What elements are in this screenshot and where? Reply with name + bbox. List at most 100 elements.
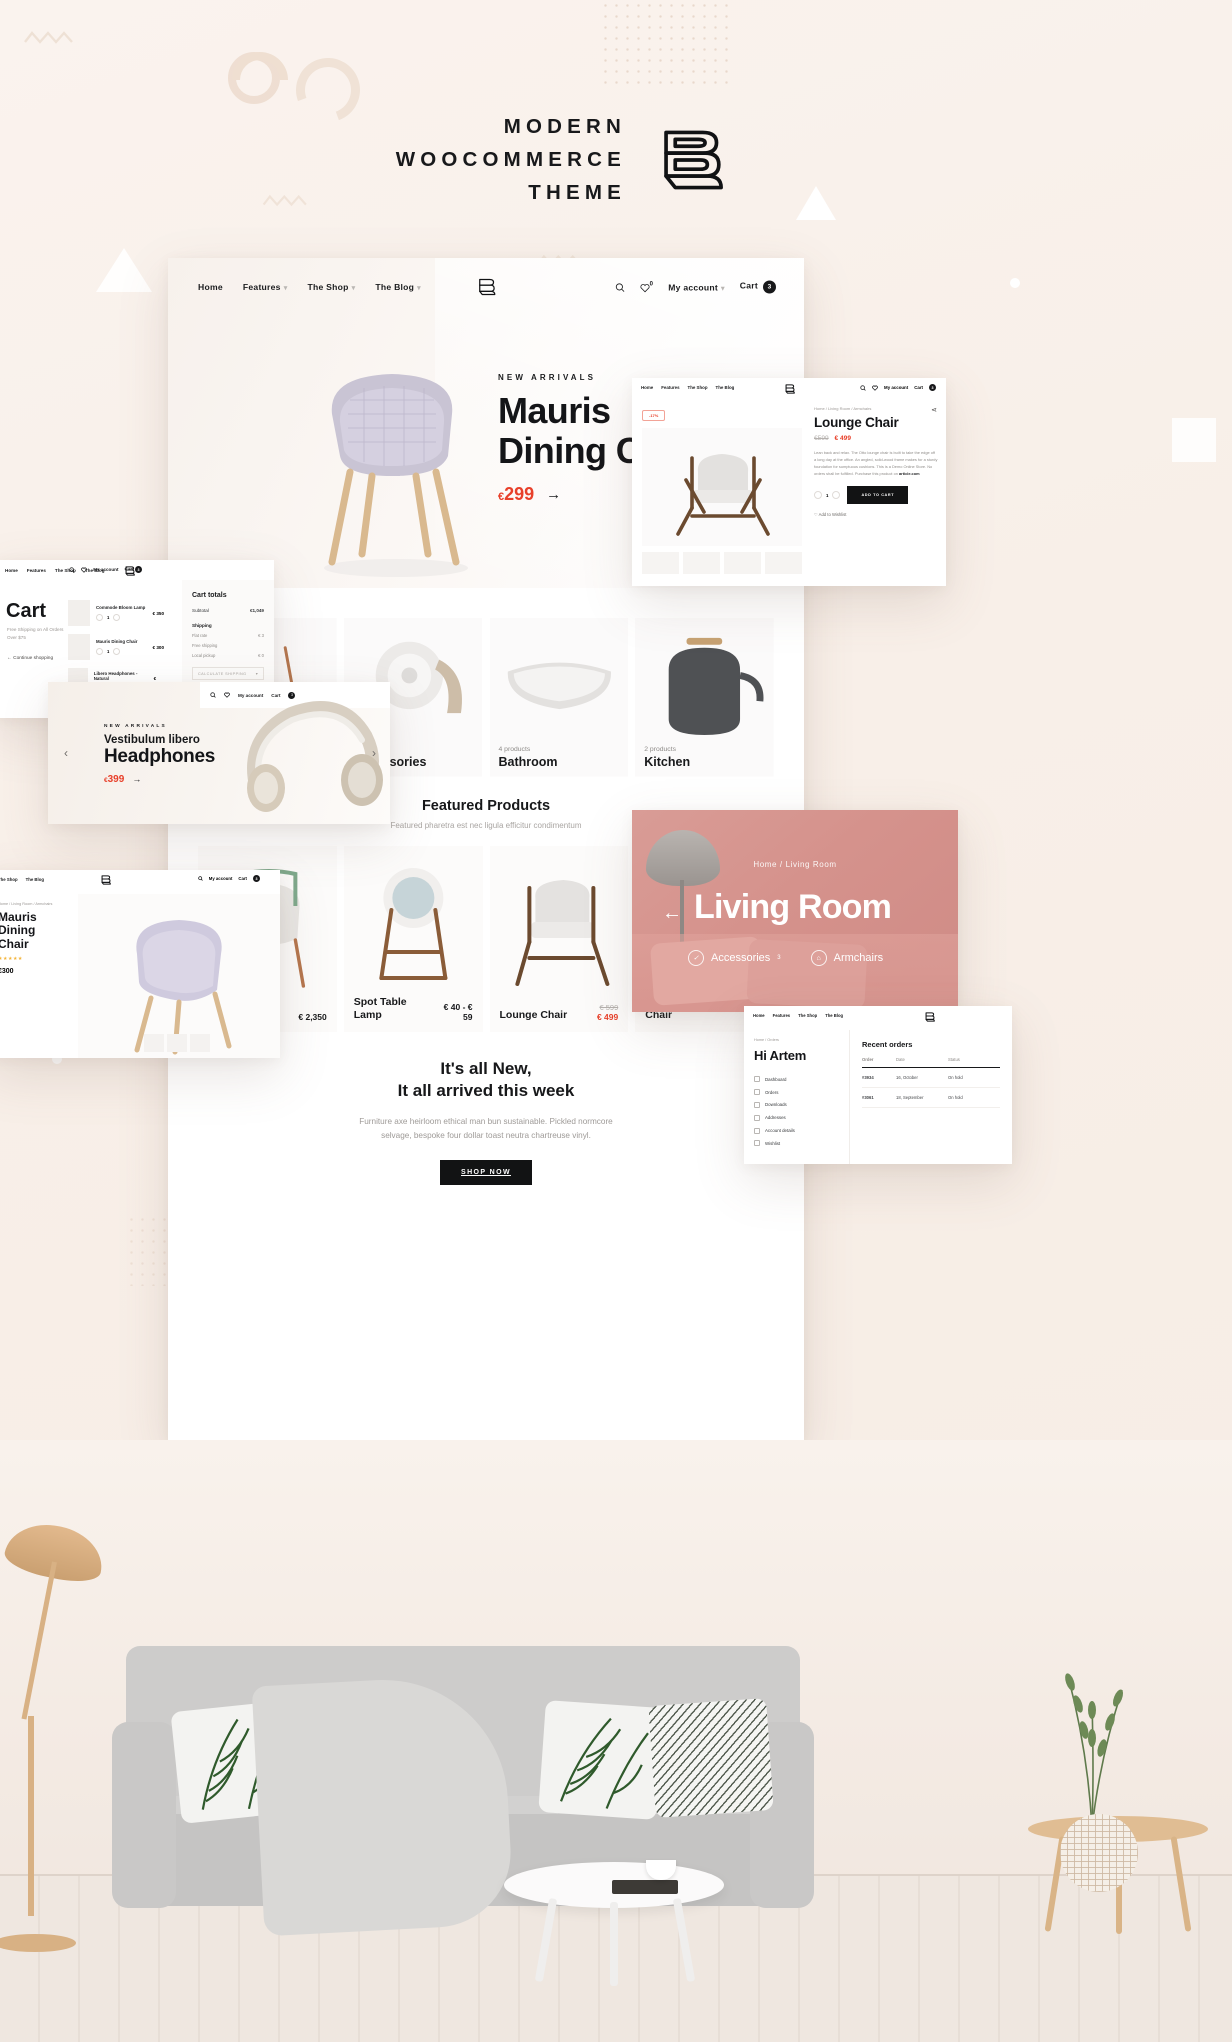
back-arrow-button[interactable]: ←	[662, 902, 682, 925]
shipping-option[interactable]: Local pickup € 0	[192, 653, 264, 658]
sidebar-item-dashboard[interactable]: Dashboard	[754, 1073, 839, 1086]
nav-item-the-shop[interactable]: The Shop	[798, 1013, 817, 1018]
heart-icon[interactable]	[224, 692, 230, 698]
nav-item-the-shop[interactable]: The Shop	[688, 385, 708, 390]
shipping-option[interactable]: Flat rate € 3	[192, 633, 264, 638]
coffee-table	[504, 1860, 724, 1986]
table-leg	[610, 1902, 618, 1986]
my-account-link[interactable]: My account	[93, 567, 118, 572]
product-card[interactable]: Spot Table Lamp € 40 - € 59	[343, 846, 483, 1032]
nav-item-features[interactable]: Features	[27, 568, 46, 573]
continue-shopping-link[interactable]: ← Continue shopping	[7, 656, 53, 661]
search-icon[interactable]	[210, 692, 216, 698]
headphones-subtitle: Vestibulum libero	[104, 734, 200, 746]
my-account-link[interactable]: My account ▾	[668, 282, 725, 292]
quantity-stepper[interactable]: 1	[96, 648, 137, 655]
share-icon[interactable]: ⋖	[931, 406, 937, 414]
search-icon[interactable]	[615, 282, 625, 292]
hero-arrow-icon[interactable]: →	[546, 486, 561, 503]
cta-heading: It's all New, It all arrived this week	[168, 1058, 804, 1102]
product-card[interactable]: -17% Lounge Chair € 599 € 499	[489, 846, 629, 1032]
thumbnail[interactable]	[724, 552, 761, 574]
cart-count-badge: 3	[763, 280, 776, 294]
order-status: On hold	[948, 1095, 963, 1100]
cart-link[interactable]: Cart	[914, 385, 923, 390]
table-row[interactable]: #3061 18, September On hold	[862, 1088, 1000, 1108]
nav-item-the-shop[interactable]: The Shop ▾	[307, 282, 355, 292]
my-account-link[interactable]: My account	[884, 385, 908, 390]
heart-icon[interactable]	[872, 385, 878, 391]
table-leg	[534, 1897, 558, 1983]
downloads-icon	[754, 1101, 760, 1108]
cart-item-thumbnail	[68, 634, 90, 660]
sidebar-item-downloads[interactable]: Downloads	[754, 1099, 839, 1112]
order-number: #3934	[862, 1075, 874, 1080]
search-icon[interactable]	[198, 876, 203, 881]
banner-link-accessories[interactable]: ✓ Accessories 3	[688, 950, 781, 966]
shop-now-button[interactable]: SHOP NOW	[440, 1160, 532, 1186]
add-to-wishlist-link[interactable]: ♡ Add to Wishlist	[814, 512, 938, 517]
wishlist-link[interactable]: 0	[640, 282, 654, 292]
nav-item-features[interactable]: Features	[773, 1013, 790, 1018]
sidebar-item-addresses[interactable]: Addresses	[754, 1111, 839, 1124]
sidebar-item-label: Downloads	[765, 1102, 787, 1108]
category-name: Bathroom	[498, 755, 558, 769]
brand-b-logo[interactable]	[100, 874, 111, 886]
product-description-link[interactable]: article.com	[899, 471, 920, 476]
heart-icon[interactable]	[81, 567, 88, 573]
cart-link[interactable]: Cart 3	[125, 566, 142, 573]
category-card-bathroom[interactable]: 4 products Bathroom	[489, 618, 629, 778]
nav-item-features[interactable]: Features ▾	[243, 282, 288, 292]
thumbnail[interactable]	[167, 1034, 187, 1052]
sidebar-item-account-details[interactable]: Account details	[754, 1124, 839, 1137]
lounge-main-image[interactable]	[642, 428, 802, 546]
nav-item-the-blog[interactable]: The Blog	[26, 877, 44, 882]
category-card-kitchen[interactable]: 2 products Kitchen	[635, 618, 774, 778]
cta-body: Furniture axe heirloom ethical man bun s…	[168, 1115, 804, 1144]
calculate-shipping-select[interactable]: CALCULATE SHIPPING ▾	[192, 667, 264, 680]
quantity-stepper[interactable]: 1	[96, 614, 145, 621]
thumbnail[interactable]	[765, 552, 802, 574]
thumbnail[interactable]	[144, 1034, 164, 1052]
nav-item-home[interactable]: Home	[5, 568, 18, 573]
slider-next-button[interactable]: ›	[372, 746, 376, 760]
armchair-icon: ⌂	[810, 950, 827, 966]
headphones-price: €399 →	[104, 774, 215, 785]
cart-link[interactable]: Cart	[238, 876, 247, 881]
mauris-nav-actions: My account Cart 3	[198, 875, 260, 882]
sidebar-item-orders[interactable]: Orders	[754, 1086, 839, 1099]
thumbnail[interactable]	[642, 552, 679, 574]
nav-item-the-blog[interactable]: The Blog	[825, 1013, 843, 1018]
search-icon[interactable]	[860, 384, 866, 391]
nav-item-the-shop[interactable]: The Shop	[0, 877, 18, 882]
slider-prev-button[interactable]: ‹	[64, 746, 68, 760]
category-label-kitchen: 2 products Kitchen	[644, 746, 690, 769]
cart-free-shipping-note: Free Shipping on All Orders Over $75	[7, 627, 64, 640]
add-to-cart-button[interactable]: ADD TO CART	[847, 486, 909, 505]
brand-b-logo[interactable]	[784, 383, 795, 395]
search-icon[interactable]	[69, 566, 75, 573]
nav-item-the-blog[interactable]: The Blog ▾	[375, 282, 421, 292]
nav-item-features[interactable]: Features	[661, 385, 679, 390]
nav-item-the-blog[interactable]: The Blog	[716, 385, 735, 390]
brand-b-logo[interactable]	[476, 276, 496, 298]
thumbnail[interactable]	[190, 1034, 210, 1052]
thumbnail[interactable]	[683, 552, 720, 574]
column-header-order: Order	[862, 1057, 874, 1062]
banner-link-armchairs[interactable]: ⌂ Armchairs	[810, 950, 883, 966]
table-row[interactable]: #3934 16, October On hold	[862, 1068, 1000, 1088]
nav-item-home[interactable]: Home	[753, 1013, 765, 1018]
mauris-gallery[interactable]	[78, 894, 280, 1058]
lounge-thumbnails	[642, 552, 802, 574]
shipping-option[interactable]: Free shipping	[192, 643, 264, 648]
nav-item-home[interactable]: Home	[198, 282, 223, 292]
quantity-stepper[interactable]: 1	[814, 491, 841, 500]
my-account-link[interactable]: My account	[209, 876, 233, 881]
brand-b-logo[interactable]	[924, 1011, 935, 1023]
cart-link[interactable]: Cart 3	[740, 280, 776, 294]
chevron-down-icon: ▾	[351, 285, 356, 292]
sidebar-item-wishlist[interactable]: Wishlist	[754, 1137, 839, 1150]
nav-item-home[interactable]: Home	[641, 385, 653, 390]
cart-item-qty: 1	[107, 615, 110, 620]
headphones-arrow-icon[interactable]: →	[132, 774, 141, 784]
